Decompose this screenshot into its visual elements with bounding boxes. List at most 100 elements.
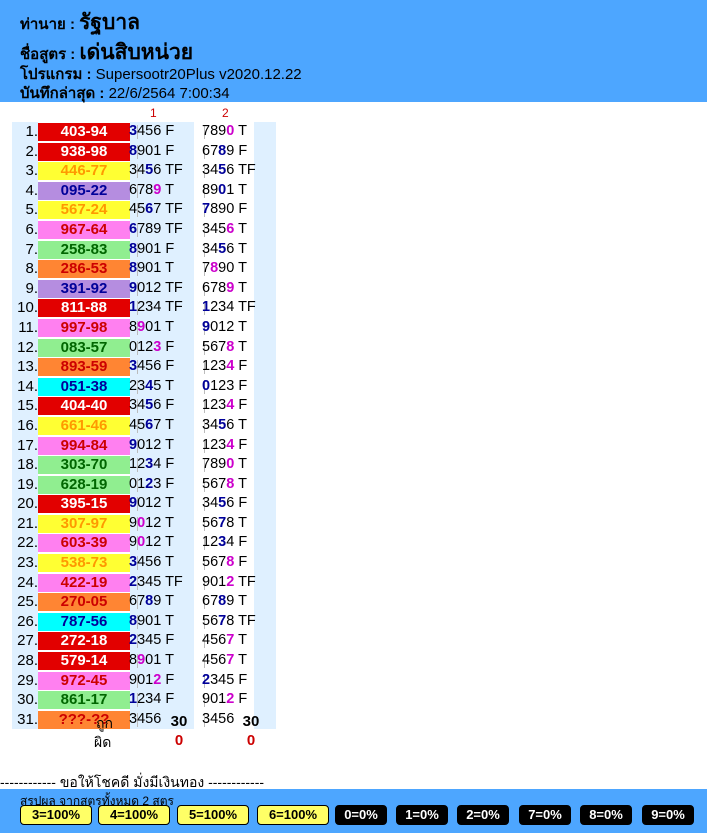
digit: 4: [137, 123, 146, 139]
digit: 2: [210, 397, 219, 414]
digit: 7: [202, 201, 211, 218]
digit: 3: [202, 220, 211, 237]
digit: 9: [129, 279, 138, 296]
digit: 5: [210, 632, 219, 649]
col1-value: 9012 TF: [129, 279, 183, 299]
col1-value: 6789 T: [129, 592, 174, 612]
digit: 9: [129, 495, 138, 512]
col1-value: 3456 F: [129, 122, 174, 142]
lottery-result: 404-40: [38, 397, 130, 416]
row-number: 1.: [12, 122, 38, 142]
result-flag: T: [234, 318, 247, 335]
col1-value: 9012 T: [129, 533, 174, 553]
digit: 3: [202, 416, 211, 433]
col2-bg: [254, 259, 276, 279]
summary-badge: 8=0%: [580, 805, 632, 825]
digit: 4: [202, 652, 211, 669]
col1-value: 3456 T: [129, 553, 174, 573]
col2-value: 1234 F: [202, 357, 247, 377]
digit: 2: [129, 377, 138, 394]
col2-bg: [254, 651, 276, 671]
summary-badge: 0=0%: [335, 805, 387, 825]
col1-value: 3456 F: [129, 357, 174, 377]
result-flag: T: [234, 240, 247, 257]
digit: 3: [129, 554, 138, 571]
col1-value: 9012 T: [129, 436, 174, 456]
digit: 6: [210, 475, 219, 492]
digit: 3: [137, 377, 146, 394]
digit: 9: [137, 260, 146, 277]
digit: 0: [137, 436, 146, 453]
col2-bg: [254, 455, 276, 475]
result-flag: T: [234, 279, 247, 296]
digit: 6: [226, 710, 235, 727]
result-flag: T: [161, 181, 174, 198]
col1-value: 9012 T: [129, 494, 174, 514]
row-number: 13.: [12, 357, 38, 377]
digit: 2: [210, 299, 219, 316]
wrong-count-1: 0: [174, 732, 184, 749]
digit: 4: [137, 710, 146, 727]
col1-value: 2345 TF: [129, 573, 183, 593]
row-number: 19.: [12, 474, 38, 495]
col2-value: 3456 T: [202, 220, 247, 240]
digit: 4: [202, 632, 211, 649]
digit: 8: [129, 652, 138, 669]
digit: 3: [137, 573, 146, 590]
col2-value: 5678 T: [202, 338, 247, 358]
col2-value: 7890 T: [202, 455, 247, 475]
col2-bg: [254, 670, 276, 691]
col2-value: 3456 TF: [202, 161, 256, 181]
col2-value: 2345 F: [202, 671, 247, 691]
col2-value: 1234 TF: [202, 298, 256, 318]
row-number: 25.: [12, 592, 38, 612]
result-flag: T: [161, 652, 174, 669]
result-flag: TF: [161, 299, 183, 316]
digit: 6: [210, 554, 219, 571]
col1-value: 1234 F: [129, 455, 174, 475]
result-flag: T: [161, 260, 174, 277]
digit: 0: [129, 338, 138, 355]
col2-bg: [254, 415, 276, 436]
digit: 2: [129, 632, 138, 649]
col2-bg: [254, 219, 276, 240]
row-number: 7.: [12, 239, 38, 260]
footer-panel: สรุปผล จากสูตรทั้งหมด 2 สูตร 3=100% 4=100…: [0, 789, 707, 833]
digit: 8: [210, 456, 219, 473]
lottery-result: 272-18: [38, 632, 130, 651]
digit: 2: [137, 299, 146, 316]
col2-value: 1234 F: [202, 396, 247, 416]
digit: 0: [137, 534, 146, 551]
summary-badge: 3=100%: [20, 805, 92, 825]
col2-value: 4567 T: [202, 651, 247, 671]
row-number: 17.: [12, 435, 38, 456]
row-number: 29.: [12, 670, 38, 691]
lottery-result: 861-17: [38, 691, 130, 710]
digit: 2: [202, 671, 211, 688]
digit: 3: [129, 358, 138, 375]
digit: 9: [129, 514, 138, 531]
lottery-result: 258-83: [38, 240, 130, 259]
col2-bg: [254, 317, 276, 338]
digit: 1: [202, 358, 211, 375]
digit: 4: [210, 416, 219, 433]
digit: 6: [210, 514, 219, 531]
digit: 6: [202, 279, 211, 296]
dealer-value: รัฐบาล: [79, 11, 140, 34]
col2-bg: [254, 533, 276, 554]
col2-bg: [254, 553, 276, 573]
digit: 8: [210, 123, 219, 139]
digit: 2: [129, 573, 138, 590]
col2-value: 1234 F: [202, 436, 247, 456]
result-flag: F: [234, 397, 248, 414]
digit: 2: [210, 534, 219, 551]
row-number: 15.: [12, 396, 38, 416]
col2-bg: [254, 494, 276, 514]
lottery-result: 661-46: [38, 416, 130, 435]
digit: 7: [202, 456, 211, 473]
col2-value: 6789 T: [202, 592, 247, 612]
lottery-result: 811-88: [38, 299, 130, 318]
lottery-result: 997-98: [38, 318, 130, 337]
col2-bg: [254, 239, 276, 260]
digit: 0: [137, 495, 146, 512]
